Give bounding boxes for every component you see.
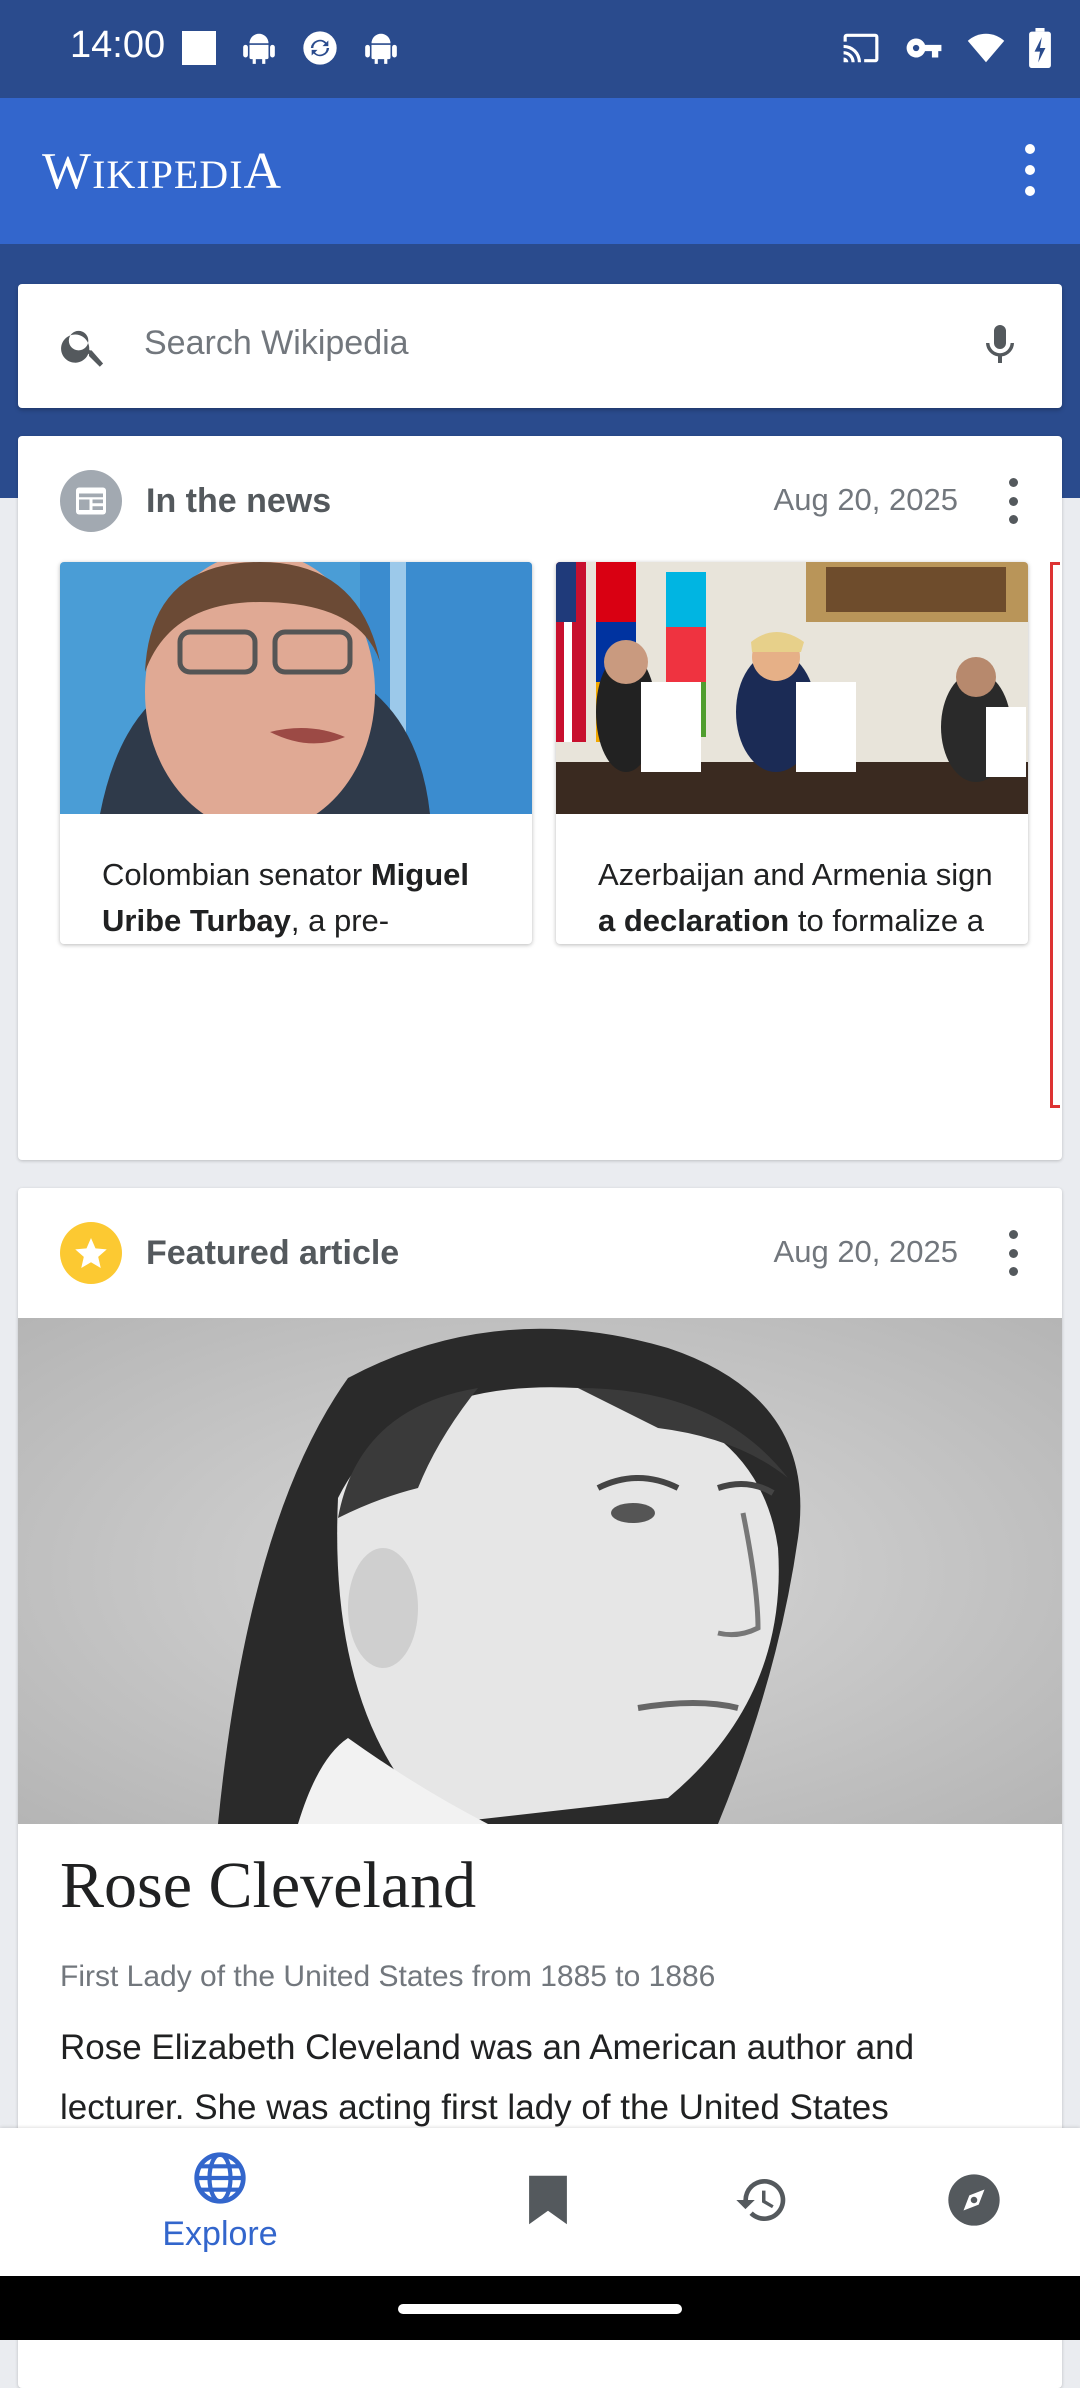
status-system-icons [840, 28, 1052, 73]
card-date: Aug 20, 2025 [773, 1234, 958, 1269]
card-title: In the news [146, 482, 332, 520]
notification-square-icon [180, 29, 218, 72]
scroll-indicator [1050, 562, 1060, 1108]
card-date: Aug 20, 2025 [773, 482, 958, 517]
news-icon [60, 470, 122, 532]
card-title: Featured article [146, 1234, 400, 1272]
history-icon [734, 2172, 790, 2233]
news-image [60, 562, 532, 814]
more-vert-icon[interactable] [1006, 478, 1020, 524]
wifi-icon [966, 29, 1006, 72]
news-plain-text: Azerbaijan and Armenia sign [598, 857, 993, 892]
featured-article-extract: Rose Elizabeth Cleveland was an American… [60, 2028, 915, 2127]
home-gesture-handle[interactable] [398, 2304, 682, 2314]
nav-history[interactable] [722, 2128, 802, 2276]
nav-saved[interactable] [508, 2128, 588, 2276]
wikipedia-logo: WIKIPEDIA [42, 143, 283, 200]
status-time: 14:00 [70, 24, 166, 66]
bottom-navigation: Explore [0, 2128, 1080, 2276]
featured-article-image [18, 1318, 1062, 1824]
nav-explore[interactable]: Explore [140, 2128, 300, 2276]
search-input[interactable]: Search Wikipedia [144, 324, 409, 363]
android-icon [240, 29, 278, 72]
card-header: Featured article Aug 20, 2025 [18, 1188, 1062, 1318]
sync-icon [300, 28, 340, 73]
more-vert-icon[interactable] [1020, 144, 1040, 196]
news-item[interactable]: Colombian senator Miguel Uribe Turbay, a… [60, 562, 532, 944]
search-icon [58, 320, 110, 377]
cast-icon [840, 29, 882, 72]
gesture-navigation-bar [0, 2276, 1080, 2340]
news-item[interactable]: Azerbaijan and Armenia sign a declaratio… [556, 562, 1028, 944]
card-header: In the news Aug 20, 2025 [18, 436, 1062, 566]
featured-article-description: First Lady of the United States from 188… [60, 1960, 716, 1993]
app-bar: WIKIPEDIA [0, 98, 1080, 244]
android-icon [362, 29, 400, 72]
featured-article-title: Rose Cleveland [60, 1849, 477, 1922]
news-story-text: Azerbaijan and Armenia sign a declaratio… [598, 852, 998, 944]
more-vert-icon[interactable] [1006, 1230, 1020, 1276]
status-bar: 14:00 [0, 0, 1080, 98]
nav-explore-label: Explore [162, 2215, 278, 2253]
status-notification-icons [180, 28, 400, 73]
nav-nearby[interactable] [934, 2128, 1014, 2276]
battery-charging-icon [1028, 28, 1052, 73]
news-link-text[interactable]: a declaration [598, 903, 789, 938]
star-icon [60, 1222, 122, 1284]
mic-icon[interactable] [976, 318, 1024, 377]
nearby-compass-icon [946, 2172, 1002, 2233]
vpn-key-icon [904, 29, 944, 72]
in-the-news-card: In the news Aug 20, 2025 Colombian senat… [18, 436, 1062, 1160]
saved-bookmark-icon [526, 2173, 570, 2232]
search-bar[interactable]: Search Wikipedia [18, 284, 1062, 408]
news-plain-text: Colombian senator [102, 857, 371, 892]
explore-globe-icon [192, 2150, 248, 2211]
news-image [556, 562, 1028, 814]
news-story-text: Colombian senator Miguel Uribe Turbay, a… [102, 852, 502, 944]
